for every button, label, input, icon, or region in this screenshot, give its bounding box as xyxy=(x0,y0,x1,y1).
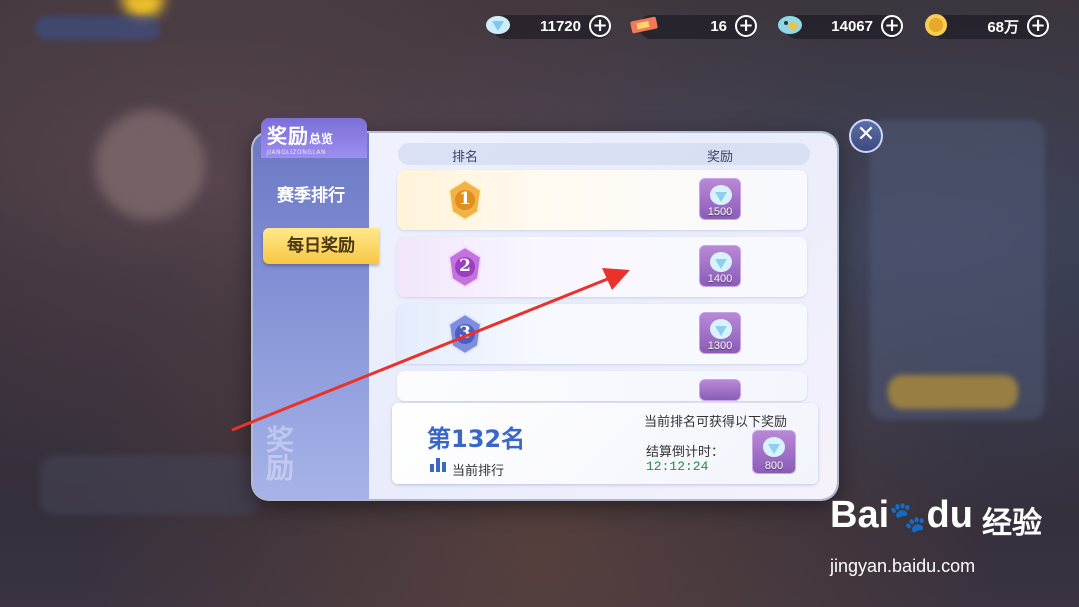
ticket-icon xyxy=(629,12,659,38)
gold-medal-icon: 1 xyxy=(445,178,485,222)
column-header-reward: 奖励 xyxy=(707,150,734,165)
table-row xyxy=(397,371,807,401)
reward-item[interactable]: 1400 xyxy=(699,245,741,287)
reward-note: 当前排名可获得以下奖励 xyxy=(644,415,788,430)
blurred-search-bar xyxy=(35,16,160,40)
watermark-logo: Bai🐾du xyxy=(830,494,973,537)
countdown-value: 12:12:24 xyxy=(646,459,709,474)
diamond-icon xyxy=(710,185,732,205)
dialog-title-pinyin: JIANGLIZONGLAN xyxy=(267,149,326,156)
resource-value: 16 xyxy=(710,17,727,35)
reward-overview-dialog: 奖励 赛季排行 每日奖励 排名 奖励 1 1500 2 1400 3 1300 … xyxy=(253,133,837,499)
blurred-bottom-bar xyxy=(40,455,260,515)
reward-item[interactable]: 1500 xyxy=(699,178,741,220)
reward-amount: 1400 xyxy=(707,273,733,285)
resource-coin-fish: 14067 + xyxy=(775,10,903,42)
gold-coin-icon xyxy=(921,12,951,38)
resource-value: 14067 xyxy=(831,17,873,35)
diamond-icon xyxy=(763,437,785,457)
tab-daily-reward[interactable]: 每日奖励 xyxy=(263,228,379,264)
column-header-rank: 排名 xyxy=(452,150,479,165)
resource-ticket: 16 + xyxy=(629,10,757,42)
blurred-avatar xyxy=(95,110,205,220)
add-diamond-button[interactable]: + xyxy=(589,15,611,37)
tab-season-ranking[interactable]: 赛季排行 xyxy=(253,181,369,206)
close-icon: ✕ xyxy=(856,122,876,147)
resource-value: 11720 xyxy=(540,17,581,35)
ranking-bars-icon xyxy=(430,458,446,472)
my-reward-item[interactable]: 800 xyxy=(752,430,796,474)
reward-item[interactable]: 1300 xyxy=(699,312,741,354)
diamond-icon xyxy=(710,252,732,272)
my-rank-value: 第132名 xyxy=(427,425,526,453)
sidebar-decor-text: 奖励 xyxy=(262,425,295,481)
resource-bar: 11720 + 16 + 14067 + 68万 + xyxy=(483,10,1049,42)
watermark-logo-bai: Bai xyxy=(830,494,890,536)
blurred-yellow-button xyxy=(888,375,1018,409)
watermark-logo-du: du xyxy=(926,494,973,536)
purple-medal-icon: 2 xyxy=(445,245,485,289)
table-header: 排名 奖励 xyxy=(398,143,810,165)
add-coin-fish-button[interactable]: + xyxy=(881,15,903,37)
baidu-jingyan-watermark: Bai🐾du 经验 jingyan.baidu.com xyxy=(830,494,1070,589)
reward-amount: 800 xyxy=(764,460,784,472)
dialog-sidebar: 奖励 赛季排行 每日奖励 xyxy=(253,133,379,499)
reward-amount: 1300 xyxy=(707,340,733,352)
coin-fish-icon xyxy=(775,12,805,38)
countdown-label: 结算倒计时： xyxy=(646,445,725,460)
table-row: 3 1300 xyxy=(397,304,807,364)
reward-amount: 1500 xyxy=(707,206,733,218)
dialog-title-tab: 奖励总览 JIANGLIZONGLAN xyxy=(261,118,367,158)
dialog-subtitle: 总览 xyxy=(309,132,334,146)
watermark-jingyan: 经验 xyxy=(982,506,1042,541)
diamond-icon xyxy=(483,12,513,38)
dialog-title: 奖励 xyxy=(267,124,309,148)
table-row: 2 1400 xyxy=(397,237,807,297)
paw-icon: 🐾 xyxy=(889,501,927,534)
rank-number: 3 xyxy=(459,323,471,343)
diamond-icon xyxy=(710,319,732,339)
my-rank-panel: 第132名 当前排行 当前排名可获得以下奖励 结算倒计时： 12:12:24 8… xyxy=(392,403,818,484)
blue-medal-icon: 3 xyxy=(445,312,485,356)
resource-gold: 68万 + xyxy=(921,10,1049,42)
watermark-url: jingyan.baidu.com xyxy=(830,556,976,576)
resource-diamond: 11720 + xyxy=(483,10,611,42)
add-gold-button[interactable]: + xyxy=(1027,15,1049,37)
add-ticket-button[interactable]: + xyxy=(735,15,757,37)
close-button[interactable]: ✕ xyxy=(849,119,883,153)
resource-value: 68万 xyxy=(987,18,1019,36)
reward-item[interactable] xyxy=(699,379,741,401)
table-row: 1 1500 xyxy=(397,170,807,230)
rank-number: 2 xyxy=(459,256,471,276)
my-rank-label: 当前排行 xyxy=(452,464,505,479)
rank-number: 1 xyxy=(459,189,471,209)
